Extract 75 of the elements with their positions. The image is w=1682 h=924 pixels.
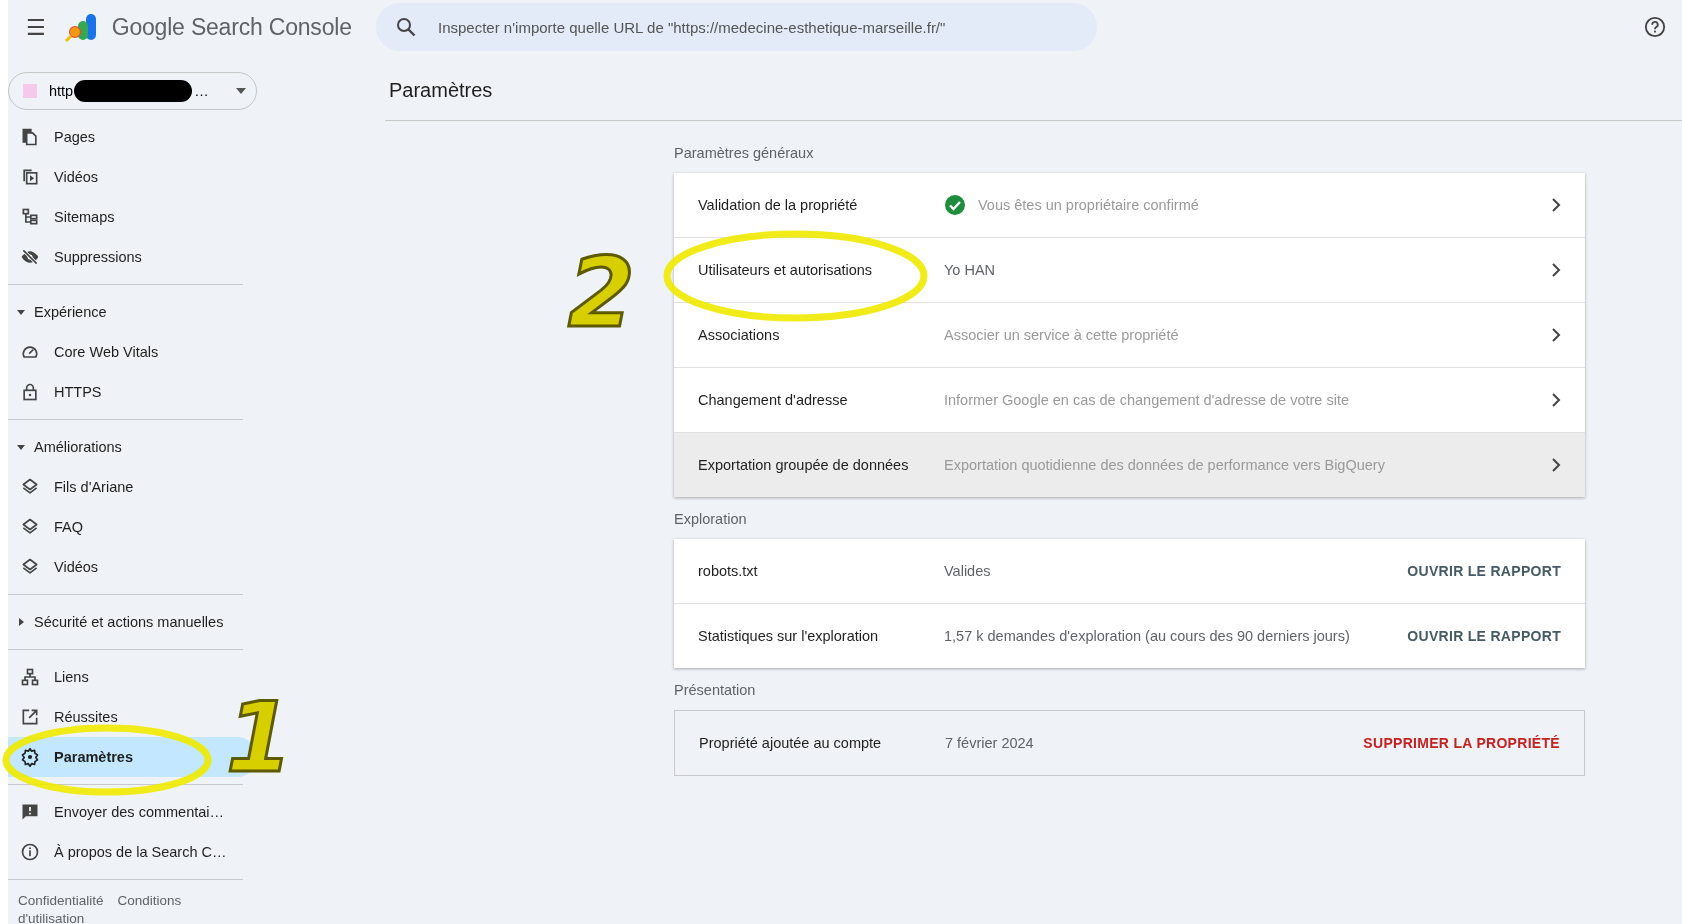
menu-button[interactable]: ☰	[20, 14, 52, 40]
row-label: Propriété ajoutée au compte	[699, 735, 883, 751]
layers-icon	[20, 557, 40, 577]
chevron-icon[interactable]	[1551, 263, 1561, 277]
section-heading: Exploration	[674, 511, 748, 527]
pages-icon	[20, 127, 40, 147]
external-link-icon	[20, 707, 40, 727]
dropdown-icon	[236, 88, 246, 94]
settings-row[interactable]: Exportation groupée de données Exportation quotidienne des données de performance vers BigQuery	[674, 433, 1585, 497]
row-value: Associer un service à cette propriété	[944, 327, 1179, 343]
settings-row[interactable]: Validation de la propriété Vous êtes un propriétaire confirmé	[674, 173, 1585, 238]
row-value: Informer Google en cas de changement d'adresse de votre site	[944, 392, 1349, 408]
sitemap-icon	[20, 207, 40, 227]
video-icon	[20, 167, 40, 187]
section-header[interactable]: Améliorations	[8, 427, 128, 467]
delete-link[interactable]: SUPPRIMER LA PROPRIÉTÉ	[1363, 735, 1560, 751]
settings-row[interactable]: Utilisateurs et autorisations Yo HAN	[674, 238, 1585, 303]
feedback-icon	[20, 802, 40, 822]
nav-item[interactable]: À propos de la Search C…	[8, 832, 257, 872]
chevron-icon[interactable]	[1551, 458, 1561, 472]
layers-icon	[20, 477, 40, 497]
lock-icon	[20, 382, 40, 402]
section-heading: Paramètres généraux	[674, 145, 815, 161]
settings-row[interactable]: Statistiques sur l'exploration 1,57 k demandes d'exploration (au cours des 90 derniers jours) OUVRIR LE RAPPORT	[674, 604, 1585, 668]
network-icon	[20, 667, 40, 687]
row-value: Exportation quotidienne des données de performance vers BigQuery	[944, 457, 1385, 473]
chevron-icon[interactable]	[1551, 198, 1561, 212]
annotation-number: 2	[568, 245, 635, 341]
search-field[interactable]: Inspecter n'importe quelle URL de "https://medecine-esthetique-marseille.fr/"	[376, 3, 1097, 51]
settings-row[interactable]: Associations Associer un service à cette propriété	[674, 303, 1585, 368]
nav-item[interactable]: FAQ	[8, 507, 257, 547]
caret-right-icon	[16, 617, 26, 627]
nav-item[interactable]: HTTPS	[8, 372, 257, 412]
property-url: …	[194, 83, 209, 99]
nav-item[interactable]: Fils d'Ariane	[8, 467, 257, 507]
favicon-icon	[23, 84, 37, 98]
footer-links[interactable]: Confidentialité Conditions d'utilisation	[8, 880, 218, 924]
row-label: Exportation groupée de données	[698, 457, 910, 473]
settings-icon	[20, 747, 40, 767]
row-value: Yo HAN	[944, 262, 996, 278]
row-label: Validation de la propriété	[698, 197, 859, 213]
row-value: 1,57 k demandes d'exploration (au cours des 90 derniers jours)	[944, 628, 1350, 644]
nav-item[interactable]: Pages	[8, 117, 257, 157]
chevron-icon[interactable]	[1551, 393, 1561, 407]
nav-item[interactable]: Vidéos	[8, 157, 257, 197]
product-name: Google Search Console	[111, 13, 352, 41]
nav-item[interactable]: Suppressions	[8, 237, 257, 277]
nav-item[interactable]: Core Web Vitals	[8, 332, 257, 372]
settings-row[interactable]: Propriété ajoutée au compte 7 février 2024 SUPPRIMER LA PROPRIÉTÉ	[675, 711, 1584, 775]
page-title: Paramètres	[385, 54, 1682, 121]
caret-down-icon	[16, 307, 26, 317]
search-icon	[394, 15, 418, 39]
row-value: Vous êtes un propriétaire confirmé	[978, 197, 1199, 213]
settings-row[interactable]: robots.txt Valides OUVRIR LE RAPPORT	[674, 539, 1585, 604]
report-link[interactable]: OUVRIR LE RAPPORT	[1407, 563, 1561, 579]
section-header[interactable]: Expérience	[8, 292, 113, 332]
property-url: http	[49, 83, 74, 99]
nav-item[interactable]: Envoyer des commentai…	[8, 792, 257, 832]
row-label: Utilisateurs et autorisations	[698, 262, 874, 278]
nav-item[interactable]: Vidéos	[8, 547, 257, 587]
row-label: robots.txt	[698, 563, 759, 579]
row-label: Statistiques sur l'exploration	[698, 628, 880, 644]
row-value: Valides	[944, 563, 991, 579]
section-header[interactable]: Sécurité et actions manuelles	[8, 602, 230, 642]
nav-item[interactable]: Sitemaps	[8, 197, 257, 237]
caret-down-icon	[16, 442, 26, 452]
info-icon	[20, 842, 40, 862]
chevron-icon[interactable]	[1551, 328, 1561, 342]
section-heading: Présentation	[674, 682, 757, 698]
report-link[interactable]: OUVRIR LE RAPPORT	[1407, 628, 1561, 644]
help-button[interactable]	[1644, 16, 1666, 38]
row-value: 7 février 2024	[945, 735, 1034, 751]
row-label: Changement d'adresse	[698, 392, 849, 408]
row-label: Associations	[698, 327, 781, 343]
eye-off-icon	[20, 247, 40, 267]
